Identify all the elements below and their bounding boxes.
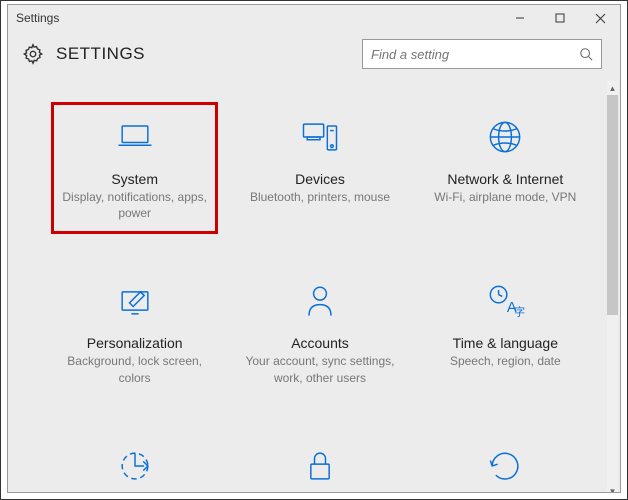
restore-icon bbox=[481, 442, 529, 490]
item-title: Accounts bbox=[291, 335, 349, 351]
gear-icon bbox=[22, 43, 44, 65]
lock-icon bbox=[296, 442, 344, 490]
settings-item-accounts[interactable]: Accounts Your account, sync settings, wor… bbox=[237, 267, 402, 397]
devices-icon bbox=[296, 113, 344, 161]
scroll-up-icon[interactable]: ▲ bbox=[607, 81, 618, 95]
item-desc: Display, notifications, apps, power bbox=[60, 189, 210, 221]
window-title: Settings bbox=[16, 11, 59, 25]
settings-item-personalization[interactable]: Personalization Background, lock screen, … bbox=[52, 267, 217, 397]
settings-item-network-internet[interactable]: Network & Internet Wi-Fi, airplane mode, … bbox=[423, 103, 588, 233]
item-title: Network & Internet bbox=[447, 171, 563, 187]
header: SETTINGS bbox=[8, 31, 620, 81]
settings-item-system[interactable]: System Display, notifications, apps, powe… bbox=[52, 103, 217, 233]
search-box[interactable] bbox=[362, 39, 602, 69]
laptop-icon bbox=[111, 113, 159, 161]
scrollbar[interactable]: ▲ ▼ bbox=[607, 81, 618, 493]
item-desc: Wi-Fi, airplane mode, VPN bbox=[434, 189, 576, 205]
search-icon bbox=[579, 47, 593, 61]
item-desc: Your account, sync settings, work, other… bbox=[245, 353, 395, 385]
settings-item-row3-6[interactable] bbox=[52, 432, 217, 493]
titlebar: Settings bbox=[8, 5, 620, 31]
settings-item-row3-7[interactable] bbox=[237, 432, 402, 493]
globe-icon bbox=[481, 113, 529, 161]
item-title: Personalization bbox=[87, 335, 183, 351]
item-desc: Speech, region, date bbox=[450, 353, 561, 369]
item-desc: Background, lock screen, colors bbox=[60, 353, 210, 385]
ease-icon bbox=[111, 442, 159, 490]
close-button[interactable] bbox=[580, 5, 620, 31]
minimize-button[interactable] bbox=[500, 5, 540, 31]
search-input[interactable] bbox=[371, 47, 571, 62]
page-title: SETTINGS bbox=[56, 44, 145, 64]
item-title: System bbox=[111, 171, 158, 187]
content-area: System Display, notifications, apps, powe… bbox=[8, 81, 620, 493]
item-title: Time & language bbox=[453, 335, 558, 351]
settings-item-time-language[interactable]: A字 Time & language Speech, region, date bbox=[423, 267, 588, 397]
scroll-thumb[interactable] bbox=[607, 95, 618, 315]
svg-text:字: 字 bbox=[514, 305, 525, 319]
time-lang-icon: A字 bbox=[481, 277, 529, 325]
item-title: Devices bbox=[295, 171, 345, 187]
maximize-button[interactable] bbox=[540, 5, 580, 31]
settings-item-row3-8[interactable] bbox=[423, 432, 588, 493]
personalize-icon bbox=[111, 277, 159, 325]
item-desc: Bluetooth, printers, mouse bbox=[250, 189, 390, 205]
settings-item-devices[interactable]: Devices Bluetooth, printers, mouse bbox=[237, 103, 402, 233]
scroll-down-icon[interactable]: ▼ bbox=[607, 484, 618, 493]
person-icon bbox=[296, 277, 344, 325]
